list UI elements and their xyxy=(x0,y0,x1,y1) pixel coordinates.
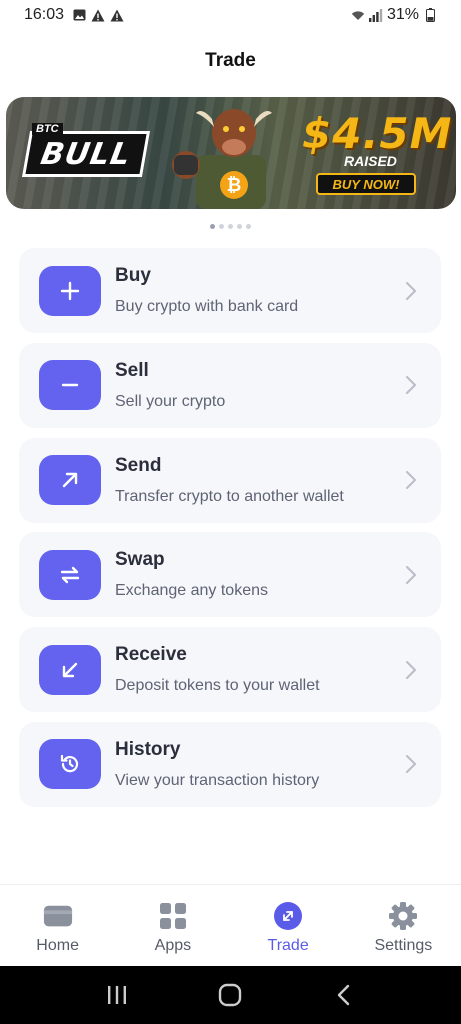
minus-icon xyxy=(39,360,101,411)
status-system-icons: 31% xyxy=(351,6,437,24)
banner-logo-small-text: BTC xyxy=(32,123,63,135)
swap-icon xyxy=(39,549,101,600)
page-title: Trade xyxy=(205,50,256,71)
bull-mascot-image: ₿ xyxy=(172,109,272,209)
warning-icon xyxy=(110,8,124,22)
status-notification-icons xyxy=(72,8,124,22)
action-title: History xyxy=(115,738,181,760)
action-sell[interactable]: Sell Sell your crypto xyxy=(19,342,441,428)
apps-grid-icon xyxy=(158,901,188,931)
arrow-down-left-icon xyxy=(39,644,101,695)
back-icon[interactable] xyxy=(330,981,358,1009)
gear-icon xyxy=(388,901,418,931)
banner-logo: BULL xyxy=(21,131,151,177)
carousel-dot[interactable] xyxy=(228,224,233,229)
action-title: Swap xyxy=(115,549,165,571)
nav-label: Trade xyxy=(267,937,309,954)
nav-label: Apps xyxy=(154,937,192,954)
carousel-indicator xyxy=(0,224,461,229)
action-subtitle: Transfer crypto to another wallet xyxy=(115,487,344,505)
action-subtitle: Buy crypto with bank card xyxy=(115,298,299,315)
nav-label: Settings xyxy=(374,937,433,954)
chevron-right-icon xyxy=(403,752,419,776)
carousel-dot[interactable] xyxy=(246,224,251,229)
image-icon xyxy=(72,8,86,22)
action-buy[interactable]: Buy Buy crypto with bank card xyxy=(19,248,441,333)
action-subtitle: Deposit tokens to your wallet xyxy=(115,677,320,695)
action-title: Receive xyxy=(115,644,187,666)
nav-trade[interactable]: Trade xyxy=(231,885,346,966)
banner-buy-now-button[interactable]: BUY NOW! xyxy=(316,173,416,195)
action-subtitle: Sell your crypto xyxy=(115,392,226,410)
svg-text:₿: ₿ xyxy=(227,175,242,196)
trade-icon xyxy=(273,901,303,931)
system-navigation-bar xyxy=(0,966,461,1024)
action-title: Send xyxy=(115,454,162,476)
banner-amount: $4.5M xyxy=(302,109,453,158)
chevron-right-icon xyxy=(403,279,419,303)
chevron-right-icon xyxy=(403,373,419,397)
nav-home[interactable]: Home xyxy=(0,885,115,966)
chevron-right-icon xyxy=(403,468,419,492)
banner-raised-label: RAISED xyxy=(344,153,397,169)
action-send[interactable]: Send Transfer crypto to another wallet xyxy=(19,437,441,523)
nav-apps[interactable]: Apps xyxy=(115,885,230,966)
battery-icon xyxy=(423,8,437,22)
carousel-dot[interactable] xyxy=(237,224,242,229)
wallet-card-icon xyxy=(43,901,73,931)
warning-icon xyxy=(91,8,105,22)
action-subtitle: View your transaction history xyxy=(115,771,320,789)
promo-banner[interactable]: BULL BTC ₿ $4.5M RAISED BUY NOW! xyxy=(6,97,456,209)
action-title: Buy xyxy=(115,265,151,286)
action-title: Sell xyxy=(115,359,149,381)
recent-apps-icon[interactable] xyxy=(103,981,131,1009)
nav-settings[interactable]: Settings xyxy=(346,885,461,966)
chevron-right-icon xyxy=(403,563,419,587)
chevron-right-icon xyxy=(403,658,419,682)
carousel-dot[interactable] xyxy=(210,224,215,229)
home-button-icon[interactable] xyxy=(216,981,244,1009)
history-icon xyxy=(39,739,101,790)
banner-logo-text: BULL xyxy=(38,136,134,172)
action-receive[interactable]: Receive Deposit tokens to your wallet xyxy=(19,627,441,713)
action-history[interactable]: History View your transaction history xyxy=(19,721,441,807)
nav-label: Home xyxy=(36,937,79,954)
signal-icon xyxy=(368,8,383,22)
arrow-up-right-icon xyxy=(39,455,101,506)
action-subtitle: Exchange any tokens xyxy=(115,582,268,600)
trade-action-list: Buy Buy crypto with bank card Sell Sell … xyxy=(19,248,441,817)
status-bar: 16:03 31% xyxy=(0,0,461,30)
bottom-navigation: Home Apps Trade Settings xyxy=(0,884,461,966)
carousel-dot[interactable] xyxy=(219,224,224,229)
status-time: 16:03 xyxy=(24,6,65,23)
battery-percent: 31% xyxy=(386,6,419,23)
plus-icon xyxy=(39,265,101,316)
wifi-icon xyxy=(351,8,365,22)
action-swap[interactable]: Swap Exchange any tokens xyxy=(19,532,441,618)
